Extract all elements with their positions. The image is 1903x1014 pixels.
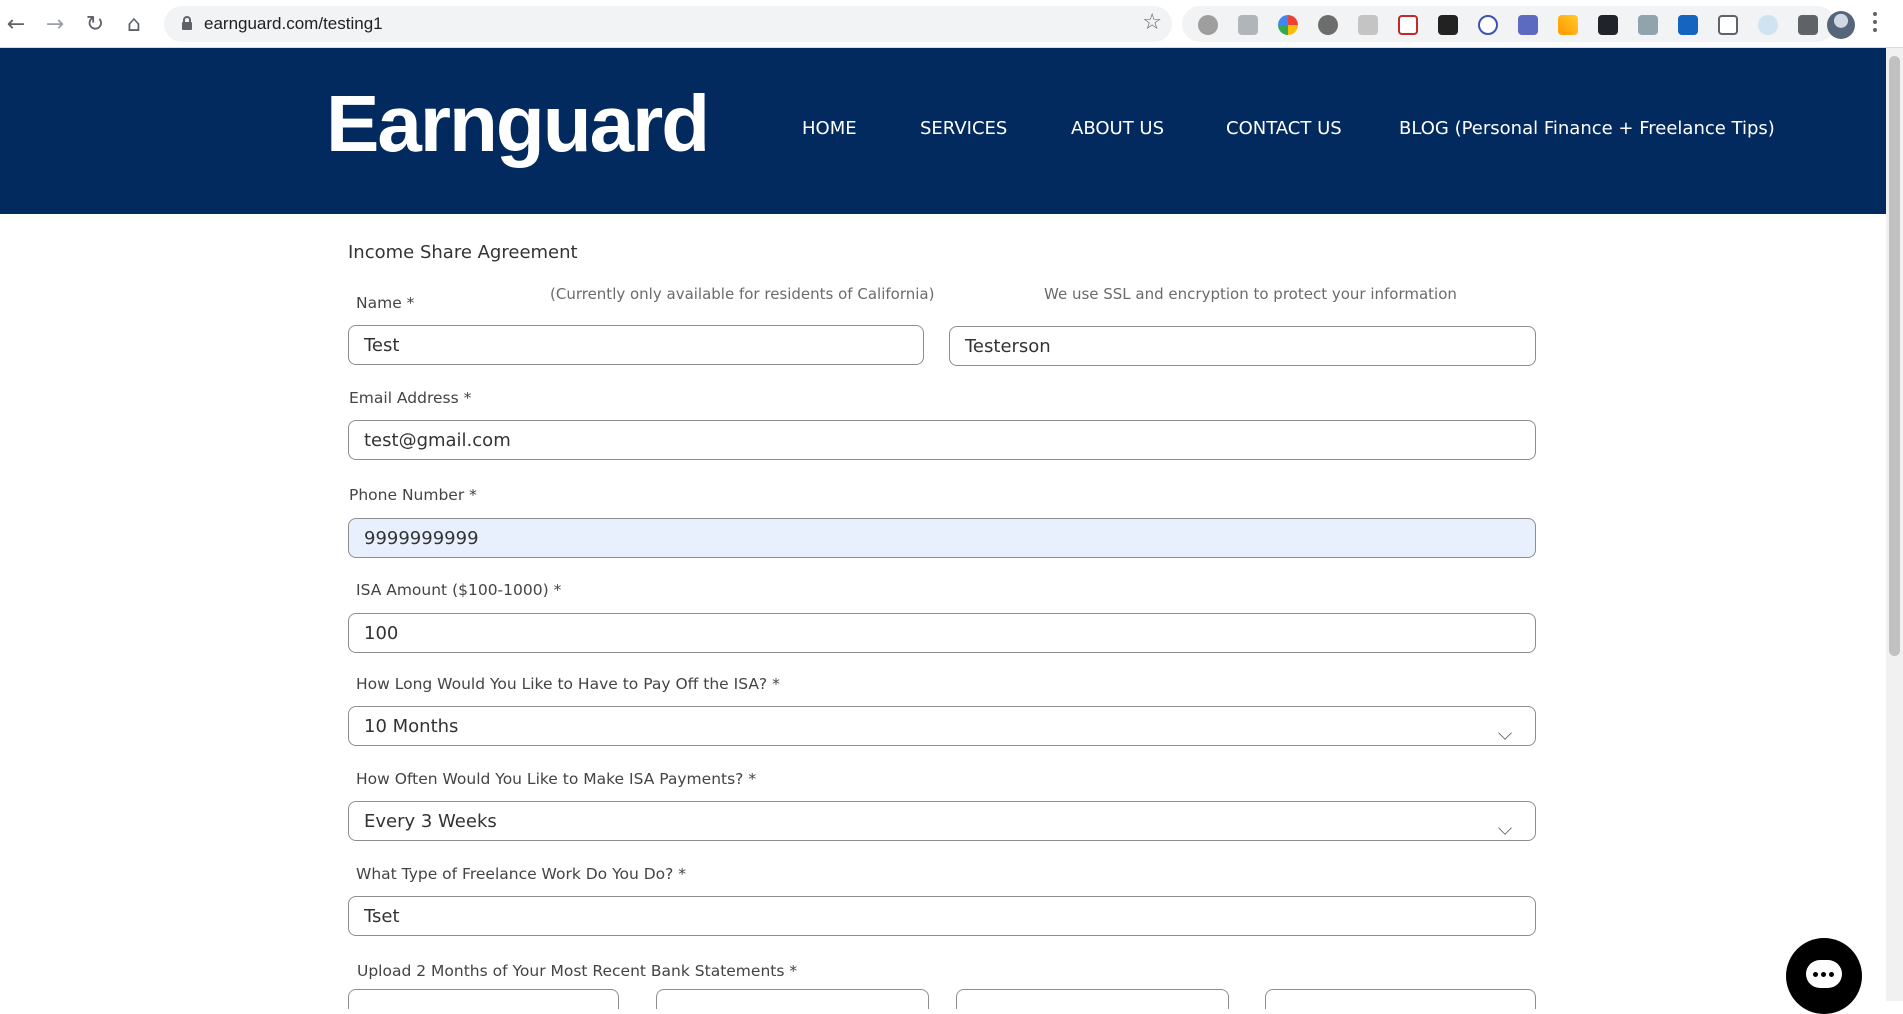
- site-header: Earnguard HOME SERVICES ABOUT US CONTACT…: [0, 48, 1886, 214]
- nav-home[interactable]: HOME: [802, 118, 857, 139]
- nav-about-us[interactable]: ABOUT US: [1071, 118, 1164, 139]
- phone-field[interactable]: 9999999999: [348, 518, 1536, 558]
- r-extension-icon[interactable]: [1358, 15, 1378, 35]
- isa-amount-label: ISA Amount ($100-1000) *: [356, 581, 562, 599]
- circle-extension-icon[interactable]: [1318, 15, 1338, 35]
- chevron-down-icon: [1498, 821, 1512, 835]
- form-title: Income Share Agreement: [348, 242, 578, 263]
- last-name-field[interactable]: Testerson: [949, 326, 1536, 366]
- m-extension-icon[interactable]: [1438, 15, 1458, 35]
- user-extension-icon[interactable]: [1518, 15, 1538, 35]
- upload-slot-2[interactable]: [656, 989, 929, 1009]
- upload-slot-1[interactable]: [348, 989, 619, 1009]
- forward-arrow-icon[interactable]: →: [41, 10, 69, 38]
- nav-services[interactable]: SERVICES: [920, 118, 1007, 139]
- frequency-selected-value: Every 3 Weeks: [364, 810, 497, 832]
- back-arrow-icon[interactable]: ←: [2, 10, 30, 38]
- chat-button[interactable]: [1786, 938, 1862, 1014]
- frequency-label: How Often Would You Like to Make ISA Pay…: [356, 770, 757, 788]
- upload-label: Upload 2 Months of Your Most Recent Bank…: [357, 962, 798, 980]
- extensions-tray: [1182, 6, 1835, 42]
- site-logo[interactable]: Earnguard: [326, 84, 710, 164]
- chat-bubble-icon: [1806, 960, 1842, 988]
- color-wheel-icon[interactable]: [1278, 15, 1298, 35]
- residency-note: (Currently only available for residents …: [550, 285, 935, 303]
- chat-extension-icon[interactable]: [1478, 15, 1498, 35]
- page-scrollbar[interactable]: [1886, 48, 1903, 1001]
- payoff-selected-value: 10 Months: [364, 715, 459, 737]
- email-label: Email Address *: [349, 389, 472, 407]
- name-label: Name *: [356, 294, 415, 312]
- wave-extension-icon[interactable]: [1678, 15, 1698, 35]
- lock-icon: [182, 16, 192, 30]
- scrollbar-thumb[interactable]: [1889, 56, 1900, 656]
- isa-amount-field[interactable]: 100: [348, 613, 1536, 653]
- lightning-icon[interactable]: [1558, 15, 1578, 35]
- shield-icon[interactable]: [1238, 15, 1258, 35]
- frequency-select[interactable]: Every 3 Weeks: [348, 801, 1536, 841]
- home-icon[interactable]: ⌂: [120, 10, 148, 38]
- phone-label: Phone Number *: [349, 486, 477, 504]
- react-devtools-icon[interactable]: [1598, 15, 1618, 35]
- payoff-select[interactable]: 10 Months: [348, 706, 1536, 746]
- move-extension-icon[interactable]: [1718, 15, 1738, 35]
- adblock-icon[interactable]: [1198, 15, 1218, 35]
- nav-contact-us[interactable]: CONTACT US: [1226, 118, 1342, 139]
- first-name-field[interactable]: Test: [348, 325, 924, 365]
- chevron-down-icon: [1498, 726, 1512, 740]
- ssl-note: We use SSL and encryption to protect you…: [1044, 285, 1457, 303]
- extensions-puzzle-icon[interactable]: [1798, 15, 1818, 35]
- payoff-label: How Long Would You Like to Have to Pay O…: [356, 675, 780, 693]
- cast-extension-icon[interactable]: [1638, 15, 1658, 35]
- address-bar[interactable]: earnguard.com/testing1 ☆: [164, 6, 1172, 42]
- work-label: What Type of Freelance Work Do You Do? *: [356, 865, 687, 883]
- profile-avatar[interactable]: [1827, 11, 1855, 39]
- upload-slot-3[interactable]: [956, 989, 1229, 1009]
- menu-kebab-icon[interactable]: [1872, 12, 1878, 36]
- upload-slot-4[interactable]: [1265, 989, 1536, 1009]
- bookmark-star-icon[interactable]: ☆: [1142, 10, 1162, 35]
- browser-toolbar: ← → ↻ ⌂ earnguard.com/testing1 ☆: [0, 0, 1903, 48]
- url-text[interactable]: earnguard.com/testing1: [204, 14, 383, 34]
- email-field[interactable]: test@gmail.com: [348, 420, 1536, 460]
- pocket-icon[interactable]: [1398, 15, 1418, 35]
- reload-icon[interactable]: ↻: [81, 10, 109, 38]
- freelance-work-field[interactable]: Tset: [348, 896, 1536, 936]
- nav-blog[interactable]: BLOG (Personal Finance + Freelance Tips): [1399, 118, 1775, 139]
- satellite-extension-icon[interactable]: [1758, 15, 1778, 35]
